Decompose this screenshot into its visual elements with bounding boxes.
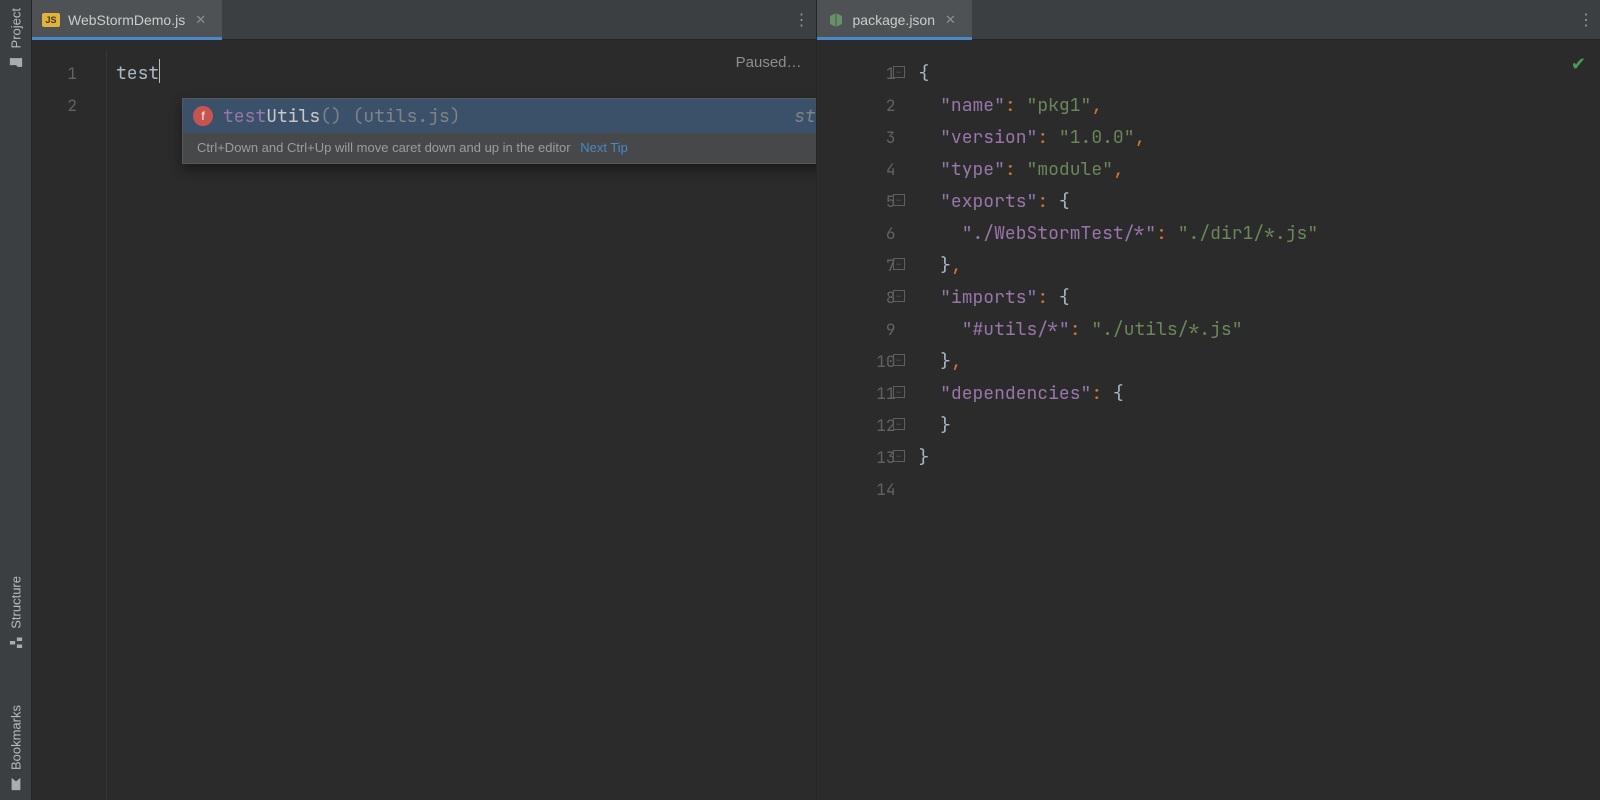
code-line[interactable]: "#utils/*": "./utils/*.js" bbox=[909, 314, 1600, 346]
code-line[interactable]: "name": "pkg1", bbox=[909, 90, 1600, 122]
tool-window-label: Bookmarks bbox=[8, 705, 23, 770]
line-number: 4 bbox=[817, 154, 902, 186]
line-number: 6 bbox=[817, 218, 902, 250]
code-line[interactable]: "exports": { bbox=[909, 186, 1600, 218]
code-line[interactable]: test bbox=[106, 58, 816, 90]
code-line[interactable]: } bbox=[909, 442, 1600, 474]
tab-label: WebStormDemo.js bbox=[68, 12, 185, 28]
next-tip-link[interactable]: Next Tip bbox=[580, 140, 628, 155]
tab-webstormdemo-js[interactable]: JS WebStormDemo.js ✕ bbox=[32, 0, 222, 39]
code-line[interactable]: "./WebStormTest/*": "./dir1/*.js" bbox=[909, 218, 1600, 250]
autocomplete-popup: f testUtils() (utils.js) string Ctrl+Dow… bbox=[182, 98, 874, 164]
line-number: 10 bbox=[817, 346, 902, 378]
fold-icon[interactable]: − bbox=[893, 354, 905, 366]
tab-bar-spacer bbox=[222, 0, 787, 39]
function-icon: f bbox=[193, 106, 213, 126]
editor-tabs-right: package.json ✕ ⋮ bbox=[817, 0, 1600, 40]
code-line[interactable]: } bbox=[909, 410, 1600, 442]
editor-body[interactable]: Paused… 1 2 test f testUtils() (utils.js… bbox=[32, 40, 816, 800]
code-line[interactable]: }, bbox=[909, 346, 1600, 378]
editor-pane-right: package.json ✕ ⋮ ✔ 1 2 3 4 5 6 7 bbox=[816, 0, 1600, 800]
code-line[interactable]: "version": "1.0.0", bbox=[909, 122, 1600, 154]
code-line[interactable]: "imports": { bbox=[909, 282, 1600, 314]
line-number: 11 bbox=[817, 378, 902, 410]
fold-icon[interactable]: − bbox=[893, 450, 905, 462]
tool-window-project[interactable]: Project bbox=[6, 4, 26, 74]
fold-icon[interactable]: − bbox=[893, 418, 905, 430]
autocomplete-item-text: testUtils() (utils.js) bbox=[223, 105, 784, 128]
fold-icon[interactable]: − bbox=[893, 290, 905, 302]
editor-body[interactable]: ✔ 1 2 3 4 5 6 7 8 9 10 11 12 bbox=[817, 40, 1600, 800]
folder-icon bbox=[8, 54, 24, 70]
tool-window-structure[interactable]: Structure bbox=[6, 572, 26, 655]
structure-icon bbox=[8, 635, 24, 651]
code-line[interactable] bbox=[909, 474, 1600, 506]
tab-label: package.json bbox=[853, 12, 936, 28]
line-number: 12 bbox=[817, 410, 902, 442]
editor-split: JS WebStormDemo.js ✕ ⋮ Paused… 1 2 test bbox=[32, 0, 1600, 800]
line-number: 14 bbox=[817, 474, 902, 506]
package-json-icon bbox=[827, 12, 845, 28]
editor-pane-left: JS WebStormDemo.js ✕ ⋮ Paused… 1 2 test bbox=[32, 0, 816, 800]
tool-window-label: Project bbox=[8, 8, 23, 48]
code-line[interactable]: "dependencies": { bbox=[909, 378, 1600, 410]
bookmark-icon bbox=[8, 776, 24, 792]
code-line[interactable]: "type": "module", bbox=[909, 154, 1600, 186]
hint-text: Ctrl+Down and Ctrl+Up will move caret do… bbox=[197, 140, 571, 155]
tool-window-stripe: Project Structure Bookmarks bbox=[0, 0, 32, 800]
line-gutter: 1 2 3 4 5 6 7 8 9 10 11 12 13 14 bbox=[817, 50, 909, 506]
code-line[interactable]: { bbox=[909, 58, 1600, 90]
line-number: 2 bbox=[817, 90, 902, 122]
close-icon[interactable]: ✕ bbox=[943, 10, 958, 30]
js-file-icon: JS bbox=[42, 12, 60, 28]
autocomplete-hint: Ctrl+Down and Ctrl+Up will move caret do… bbox=[183, 133, 873, 163]
tab-bar-spacer bbox=[972, 0, 1572, 39]
line-number: 5 bbox=[817, 186, 902, 218]
line-number: 3 bbox=[817, 122, 902, 154]
tab-bar-menu[interactable]: ⋮ bbox=[1572, 0, 1600, 39]
autocomplete-item[interactable]: f testUtils() (utils.js) string bbox=[183, 99, 873, 133]
tool-window-bookmarks[interactable]: Bookmarks bbox=[6, 701, 26, 796]
line-number: 1 bbox=[817, 58, 902, 90]
line-number: 7 bbox=[817, 250, 902, 282]
tab-package-json[interactable]: package.json ✕ bbox=[817, 0, 972, 39]
close-icon[interactable]: ✕ bbox=[193, 10, 208, 30]
tool-window-label: Structure bbox=[8, 576, 23, 629]
line-number: 9 bbox=[817, 314, 902, 346]
fold-icon[interactable]: − bbox=[893, 66, 905, 78]
fold-icon[interactable]: − bbox=[893, 258, 905, 270]
code-area[interactable]: test f testUtils() (utils.js) string Ctr… bbox=[106, 50, 816, 800]
line-number: 1 bbox=[32, 58, 105, 90]
line-number: 2 bbox=[32, 90, 105, 122]
code-area[interactable]: { "name": "pkg1", "version": "1.0.0", "t… bbox=[909, 50, 1600, 800]
editor-tabs-left: JS WebStormDemo.js ✕ ⋮ bbox=[32, 0, 816, 40]
fold-icon[interactable]: − bbox=[893, 194, 905, 206]
caret bbox=[159, 59, 160, 83]
ide-window: Project Structure Bookmarks J bbox=[0, 0, 1600, 800]
line-number: 8 bbox=[817, 282, 902, 314]
code-line[interactable]: }, bbox=[909, 250, 1600, 282]
tab-bar-menu[interactable]: ⋮ bbox=[788, 0, 816, 39]
line-gutter: 1 2 bbox=[32, 50, 106, 800]
fold-icon[interactable]: − bbox=[893, 386, 905, 398]
line-number: 13 bbox=[817, 442, 902, 474]
